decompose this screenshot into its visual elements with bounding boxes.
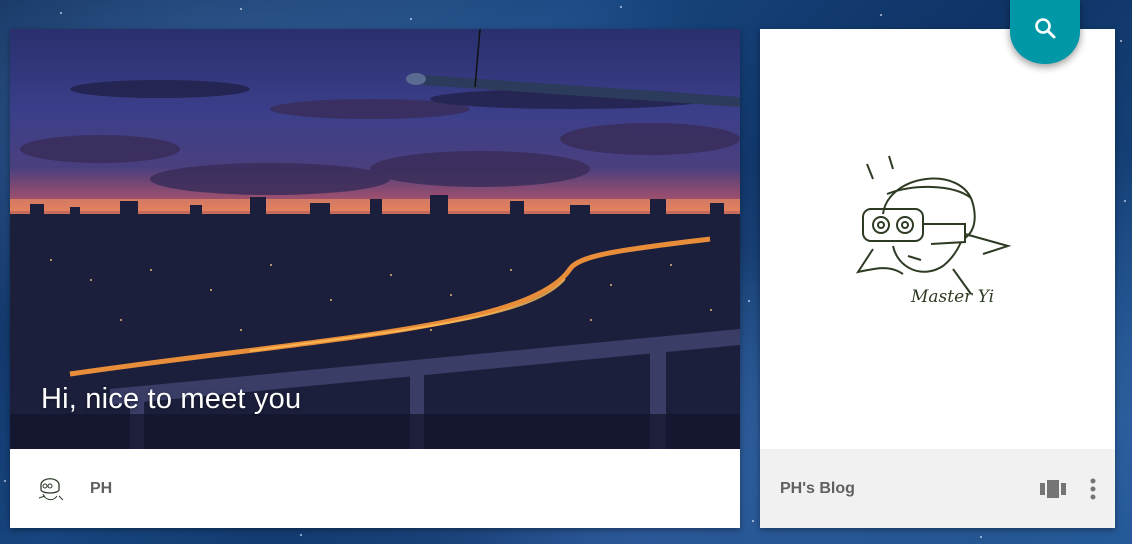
blog-title[interactable]: PH's Blog — [780, 480, 1035, 498]
master-yi-sketch: Master Yi — [760, 29, 1115, 449]
hero-title: Hi, nice to meet you — [41, 383, 302, 415]
more-options-button[interactable] — [1075, 471, 1111, 507]
sketch-avatar-icon — [38, 477, 64, 500]
author-name[interactable]: PH — [90, 480, 112, 498]
blog-footer: PH's Blog — [760, 449, 1115, 528]
search-fab[interactable] — [1010, 0, 1080, 64]
search-icon — [1035, 17, 1056, 38]
art-caption: Master Yi — [910, 287, 994, 307]
view-carousel-icon — [1040, 479, 1066, 498]
view-carousel-button[interactable] — [1035, 471, 1071, 507]
blog-card: Master Yi PH's Blog — [760, 29, 1115, 528]
welcome-card: Hi, nice to meet you PH — [10, 29, 740, 528]
author-avatar[interactable] — [32, 470, 68, 507]
more-vert-icon — [1090, 478, 1096, 499]
hero-image: Hi, nice to meet you — [10, 29, 740, 449]
card-footer: PH — [10, 449, 740, 528]
